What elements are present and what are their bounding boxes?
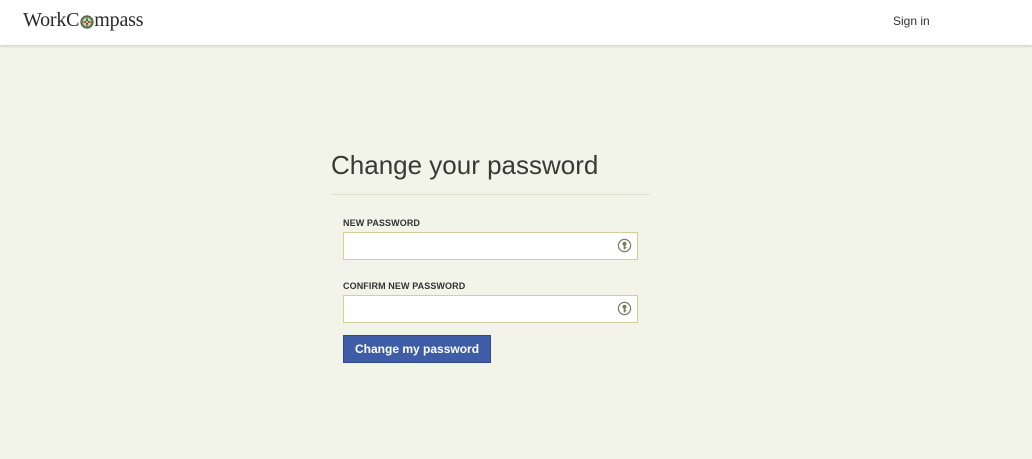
change-password-button[interactable]: Change my password	[343, 335, 492, 363]
workcompass-logo[interactable]: WorkC mpass	[23, 9, 143, 32]
logo-text-end: mpass	[94, 9, 144, 31]
confirm-password-input[interactable]	[343, 295, 638, 323]
title-divider	[331, 194, 650, 195]
sign-in-link[interactable]: Sign in	[893, 14, 930, 28]
confirm-password-field-wrapper	[343, 295, 638, 323]
change-password-form: NEW PASSWORD CONFIRM NEW PASSWORD Change…	[343, 218, 638, 363]
logo-text-start: WorkC	[23, 9, 80, 31]
change-password-panel: Change your password NEW PASSWORD CONFIR…	[331, 150, 651, 363]
page-title: Change your password	[331, 150, 599, 180]
password-manager-key-icon[interactable]	[617, 238, 632, 253]
new-password-field-wrapper	[343, 232, 638, 260]
new-password-input[interactable]	[343, 232, 638, 260]
top-navigation-bar: WorkC mpass Sign in	[0, 0, 1032, 45]
password-manager-key-icon[interactable]	[617, 301, 632, 316]
new-password-label: NEW PASSWORD	[343, 218, 421, 228]
confirm-password-label: CONFIRM NEW PASSWORD	[343, 281, 466, 291]
compass-icon	[80, 14, 94, 29]
